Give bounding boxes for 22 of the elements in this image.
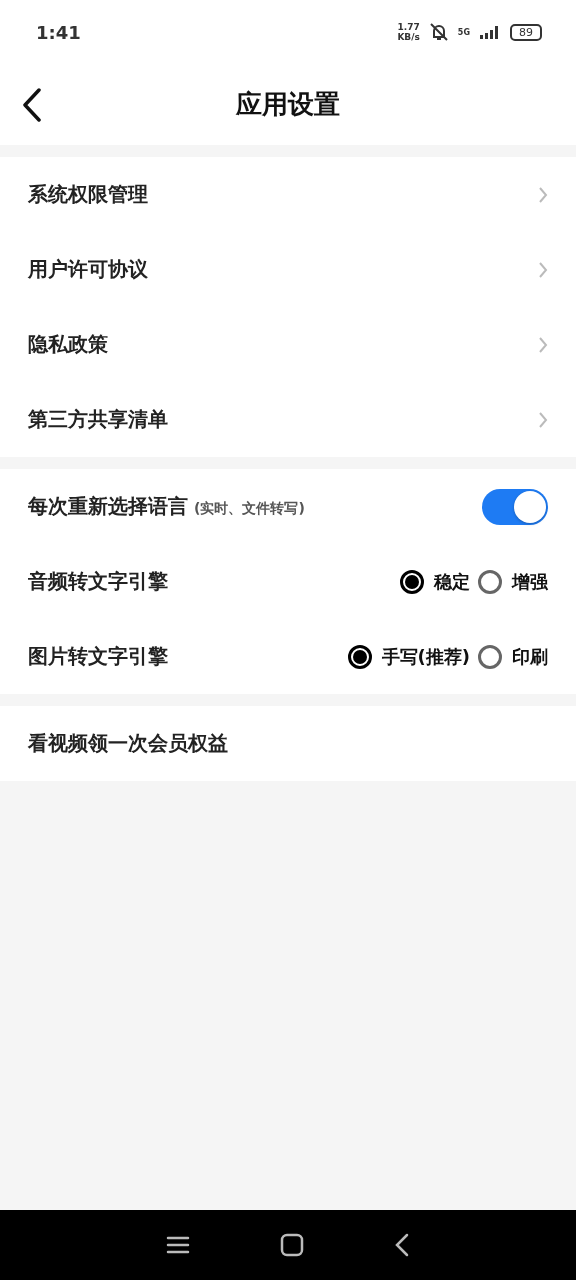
radio-option[interactable]: 稳定 [400, 569, 470, 594]
chevron-icon [538, 410, 548, 429]
setting-label: 图片转文字引擎 [28, 643, 168, 670]
home-button[interactable] [280, 1233, 304, 1257]
status-time: 1:41 [36, 21, 81, 43]
setting-hint: (实时、文件转写) [194, 500, 305, 518]
radio-option[interactable]: 手写(推荐) [347, 644, 470, 669]
chevron-icon [538, 260, 548, 279]
network-type: 5G [457, 27, 470, 37]
radio-option[interactable]: 印刷 [478, 644, 548, 669]
menu-button[interactable] [166, 1235, 190, 1255]
back-nav-button[interactable] [394, 1233, 410, 1257]
setting-label: 每次重新选择语言 [28, 493, 188, 520]
toggle-switch[interactable] [482, 488, 548, 525]
page-title: 应用设置 [236, 88, 340, 121]
setting-label: 音频转文字引擎 [28, 568, 168, 595]
chevron-icon [538, 185, 548, 204]
muted-bell-icon [427, 22, 450, 42]
network-speed: 1.77 KB/s [397, 22, 420, 42]
radio-option[interactable]: 增强 [478, 569, 548, 594]
battery-level: 89 [510, 23, 542, 41]
chevron-icon [538, 335, 548, 354]
